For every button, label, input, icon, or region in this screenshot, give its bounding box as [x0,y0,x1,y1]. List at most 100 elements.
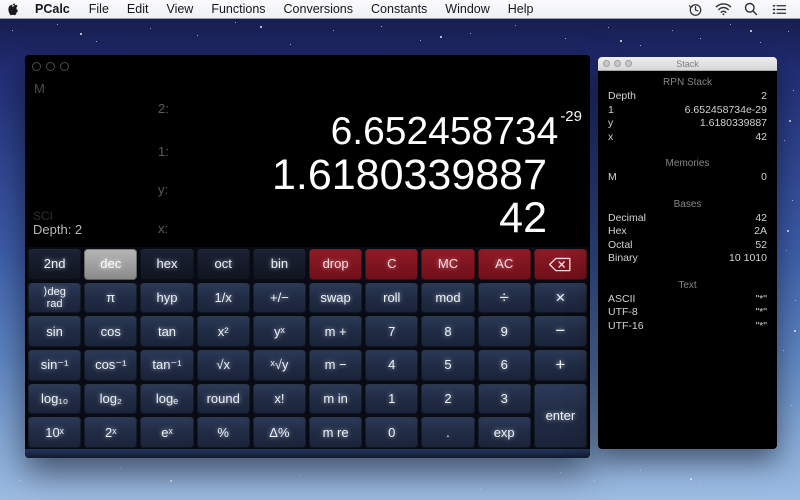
key-all-clear[interactable]: AC [478,249,531,280]
row-label: Depth [608,90,636,104]
key-e-to-x[interactable]: eˣ [140,417,193,448]
key-memory-recall[interactable]: m re [309,417,362,448]
key-enter[interactable]: enter [534,384,587,448]
menu-item-view[interactable]: View [157,0,202,19]
menu-item-conversions[interactable]: Conversions [275,0,362,19]
key-factorial[interactable]: x! [253,384,306,415]
key-memory-clear[interactable]: MC [421,249,474,280]
key-delta-percent[interactable]: Δ% [253,417,306,448]
key-digit-8[interactable]: 8 [421,316,474,347]
key-mod[interactable]: mod [421,283,474,314]
close-button[interactable] [603,60,610,67]
section-header-rpn-stack: RPN Stack [598,76,777,90]
key-reciprocal[interactable]: 1/x [197,283,250,314]
row-label: M [608,171,617,185]
key-backspace[interactable] [534,249,587,280]
key-plus-minus[interactable]: +/− [253,283,306,314]
key-multiply[interactable]: × [534,283,587,314]
key-digit-0[interactable]: 0 [365,417,418,448]
key-x-squared[interactable]: x² [197,316,250,347]
key-swap[interactable]: swap [309,283,362,314]
key-round[interactable]: round [197,384,250,415]
key-plus[interactable]: + [534,350,587,381]
key-memory-plus[interactable]: m + [309,316,362,347]
key-tan[interactable]: tan [140,316,193,347]
key-digit-9[interactable]: 9 [478,316,531,347]
calculator-keypad: 2nddechexoctbindropCMCAC⟩deg radπhyp1/x+… [27,247,588,449]
key-deg-rad[interactable]: ⟩deg rad [28,283,81,314]
key-digit-2[interactable]: 2 [421,384,474,415]
row-value: 52 [755,239,767,253]
key-arcsin[interactable]: sin⁻¹ [28,350,81,381]
key-drop[interactable]: drop [309,249,362,280]
key-bin[interactable]: bin [253,249,306,280]
key-ln[interactable]: logₑ [140,384,193,415]
key-oct[interactable]: oct [197,249,250,280]
menu-item-pcalc[interactable]: PCalc [26,0,80,19]
time-machine-icon[interactable] [684,2,706,17]
stack-row-utf-8: UTF-8"*" [598,306,777,320]
menu-item-help[interactable]: Help [499,0,543,19]
notification-center-icon[interactable] [768,3,790,16]
stack-row-binary: Binary10 1010 [598,252,777,266]
key-clear[interactable]: C [365,249,418,280]
window-footer [25,449,590,458]
stack-row-x: x42 [598,131,777,145]
key-divide[interactable]: ÷ [478,283,531,314]
zoom-button[interactable] [625,60,632,67]
key-percent[interactable]: % [197,417,250,448]
key-log10[interactable]: log₁₀ [28,384,81,415]
apple-logo-icon[interactable] [0,2,26,16]
wifi-icon[interactable] [712,2,734,16]
key-digit-4[interactable]: 4 [365,350,418,381]
menu-item-window[interactable]: Window [436,0,498,19]
key-roll[interactable]: roll [365,283,418,314]
menu-item-file[interactable]: File [80,0,118,19]
key-digit-7[interactable]: 7 [365,316,418,347]
key-arctan[interactable]: tan⁻¹ [140,350,193,381]
key-arccos[interactable]: cos⁻¹ [84,350,137,381]
stack-titlebar[interactable]: Stack [598,57,777,71]
key-digit-6[interactable]: 6 [478,350,531,381]
key-memory-in[interactable]: m in [309,384,362,415]
minimize-button[interactable] [614,60,621,67]
stack-row-1: 16.652458734e-29 [598,104,777,118]
row-value: 42 [755,212,767,226]
stack-row-m: M0 [598,171,777,185]
key-dec[interactable]: dec [84,249,137,280]
row-label: 1 [608,104,614,118]
key-digit-5[interactable]: 5 [421,350,474,381]
row-label: UTF-8 [608,306,638,320]
spotlight-search-icon[interactable] [740,2,762,16]
menu-item-edit[interactable]: Edit [118,0,158,19]
key-exp[interactable]: exp [478,417,531,448]
key-memory-minus[interactable]: m − [309,350,362,381]
key-ten-to-x[interactable]: 10ˣ [28,417,81,448]
status-icons [684,2,800,17]
key-cos[interactable]: cos [84,316,137,347]
key-minus[interactable]: − [534,316,587,347]
key-xth-root[interactable]: ˣ√y [253,350,306,381]
stack-row-label: y: [158,182,168,197]
menu-item-functions[interactable]: Functions [202,0,274,19]
key-hyp[interactable]: hyp [140,283,193,314]
key-decimal-point[interactable]: . [421,417,474,448]
minimize-button[interactable] [46,62,55,71]
key-digit-1[interactable]: 1 [365,384,418,415]
row-value: "*" [755,293,767,307]
key-hex[interactable]: hex [140,249,193,280]
key-square-root[interactable]: √x [197,350,250,381]
backspace-icon [548,257,572,272]
key-pi[interactable]: π [84,283,137,314]
display-value-line: 1.6180339887 [272,154,547,197]
close-button[interactable] [32,62,41,71]
key-y-to-x[interactable]: yˣ [253,316,306,347]
key-sin[interactable]: sin [28,316,81,347]
key-digit-3[interactable]: 3 [478,384,531,415]
zoom-button[interactable] [60,62,69,71]
window-traffic-lights [603,60,632,67]
menu-item-constants[interactable]: Constants [362,0,436,19]
key-two-to-x[interactable]: 2ˣ [84,417,137,448]
key-second[interactable]: 2nd [28,249,81,280]
key-log2[interactable]: log₂ [84,384,137,415]
